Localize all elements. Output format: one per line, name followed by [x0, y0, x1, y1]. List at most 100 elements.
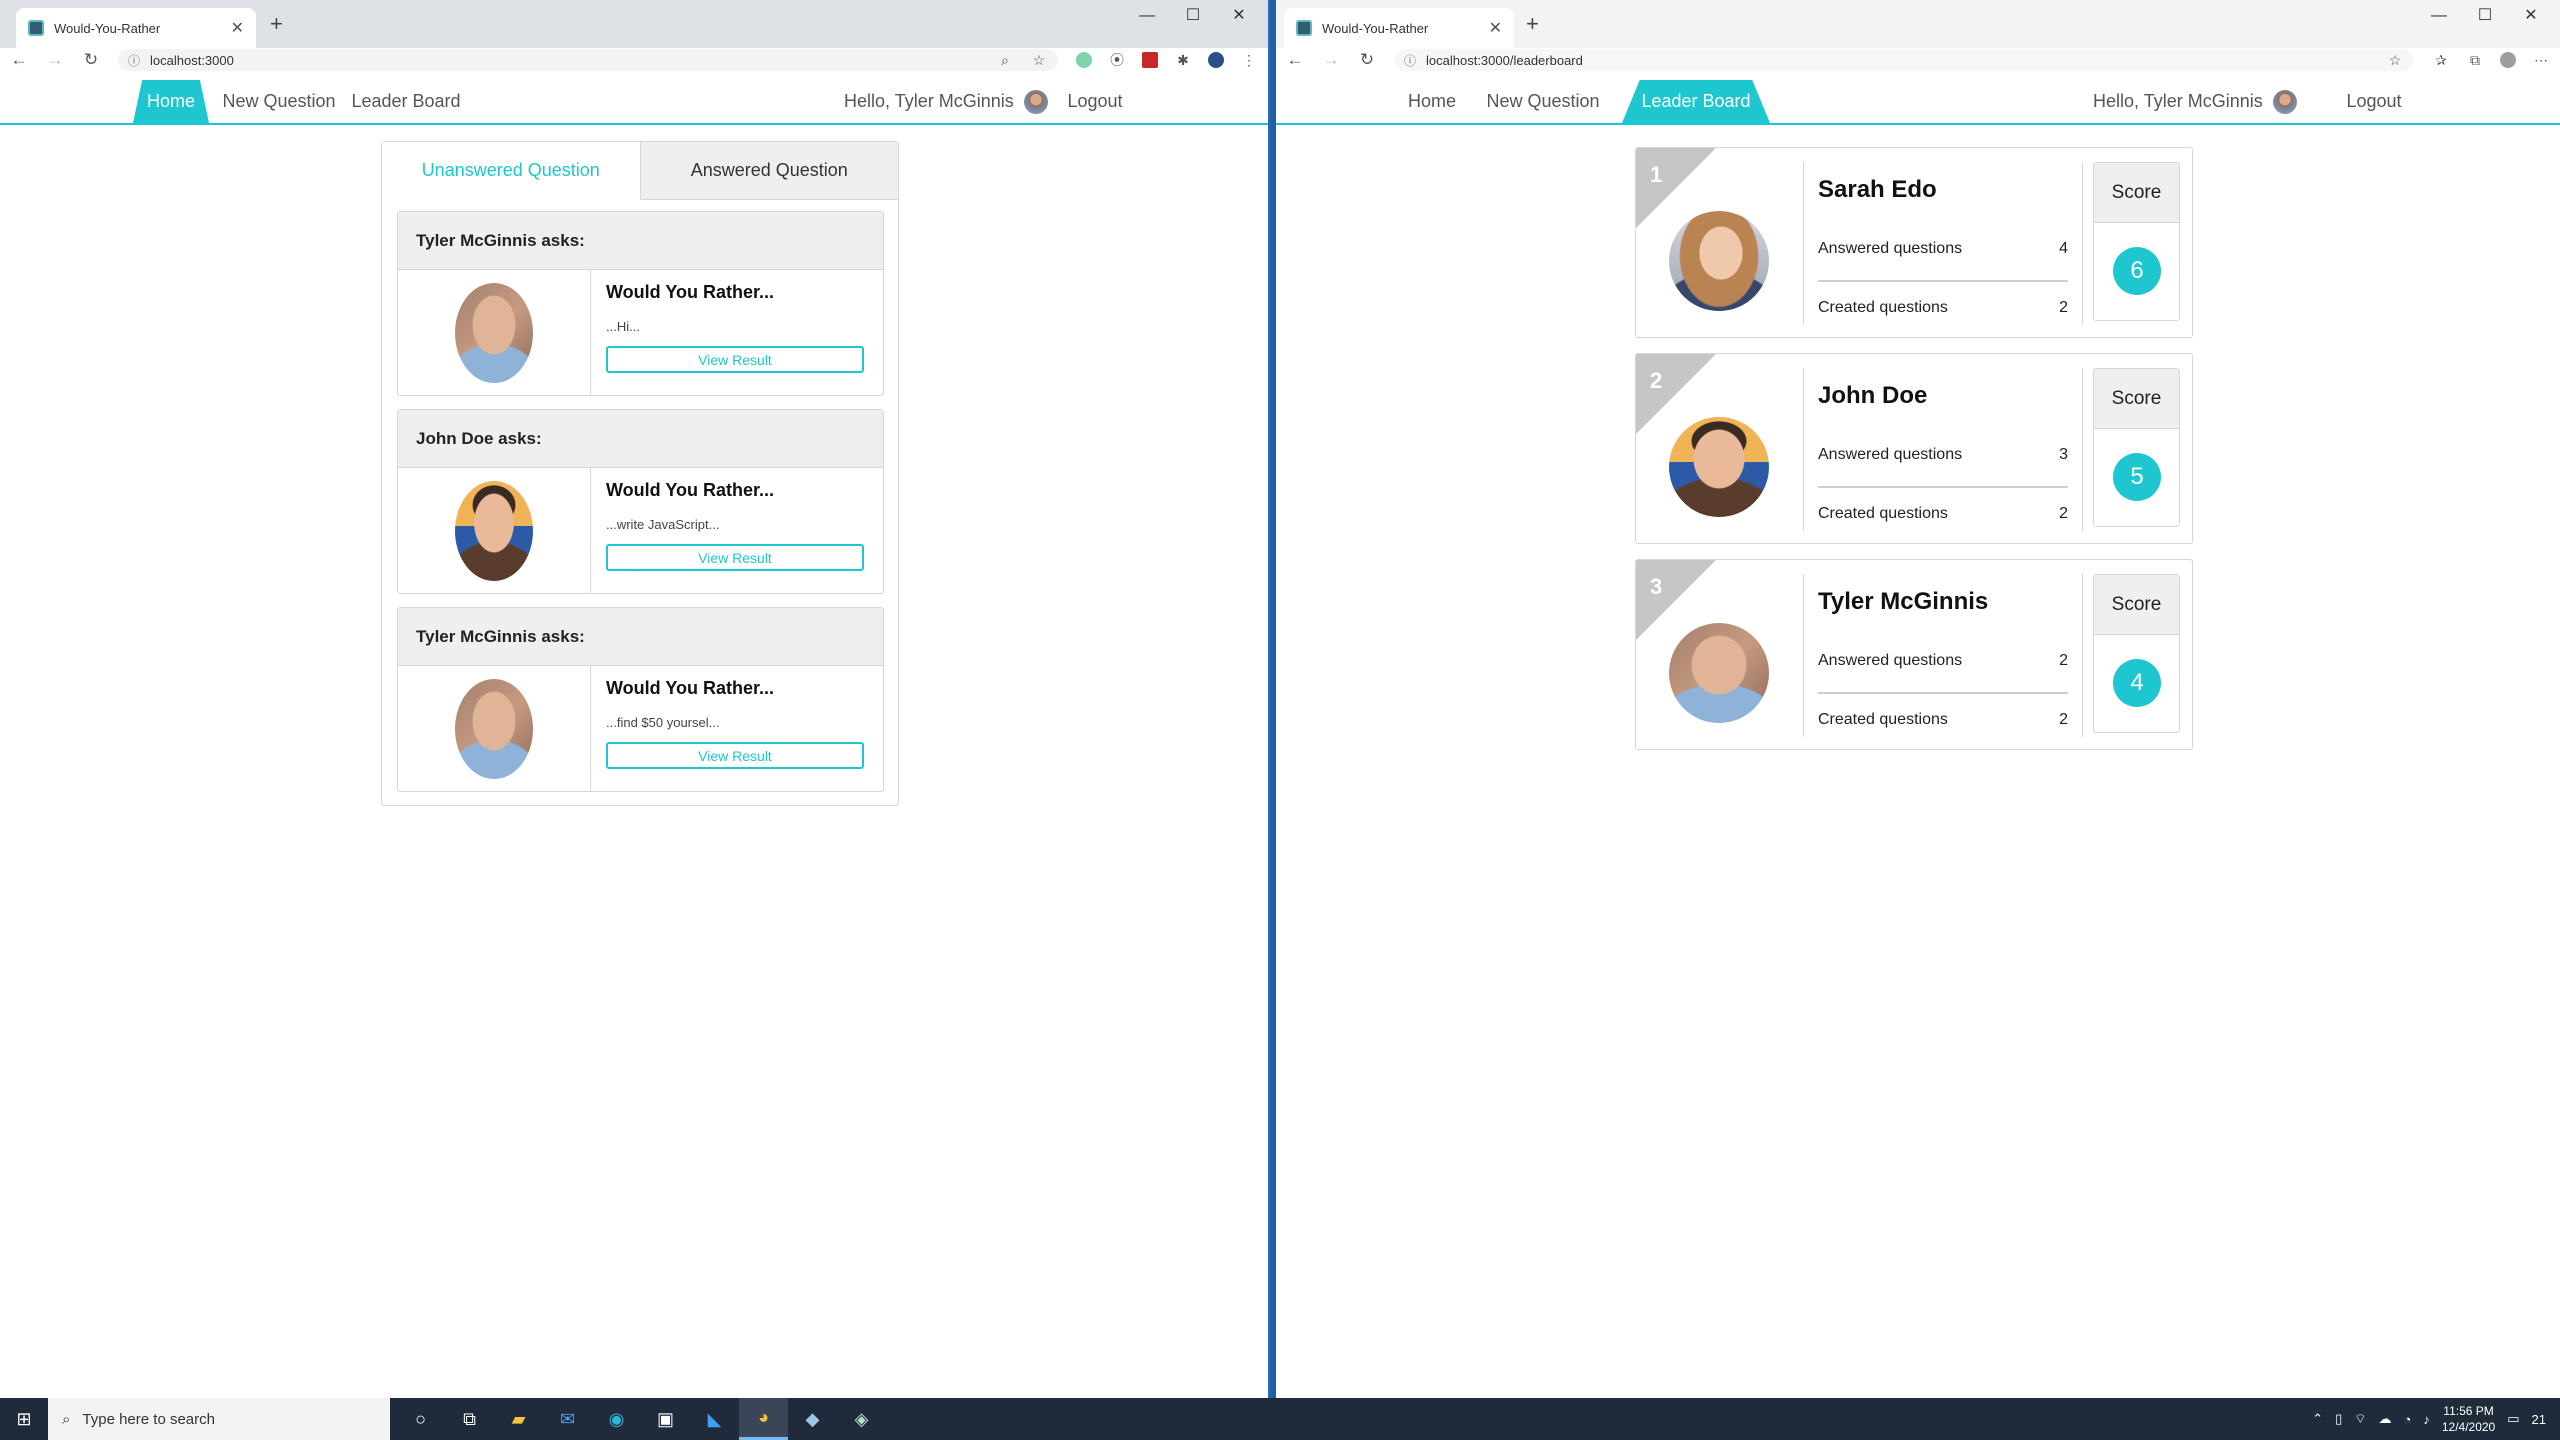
url-text[interactable]: localhost:3000/leaderboard [1426, 53, 2376, 68]
rank-number: 3 [1650, 574, 1663, 599]
notification-icon[interactable]: ▭ [2507, 1411, 2519, 1427]
minimize-icon[interactable]: — [2416, 4, 2462, 28]
avatar [455, 678, 533, 779]
nav-new-question[interactable]: New Question [221, 80, 337, 123]
bookmark-star-icon[interactable]: ☆ [2386, 52, 2404, 69]
avatar [455, 480, 533, 581]
new-tab-icon[interactable]: + [270, 12, 283, 36]
bookmark-star-icon[interactable]: ☆ [1030, 52, 1048, 69]
volume-icon[interactable]: ♪ [2423, 1412, 2430, 1427]
divider [1818, 486, 2068, 488]
tab-unanswered[interactable]: Unanswered Question [382, 142, 641, 200]
chrome-icon[interactable]: ◕ [739, 1398, 788, 1440]
nav-leader-board[interactable]: Leader Board [350, 80, 462, 123]
onedrive-icon[interactable]: ☁ [2378, 1411, 2391, 1427]
score-label: Score [2094, 369, 2179, 429]
nav-home[interactable]: Home [1398, 80, 1466, 123]
leaderboard-card: 2 John Doe Answered questions 3 Created … [1635, 353, 2193, 544]
close-window-icon[interactable]: ✕ [1216, 4, 1262, 28]
avatar [1669, 623, 1769, 723]
nav-home[interactable]: Home [133, 80, 209, 123]
forward-icon[interactable]: → [1322, 51, 1340, 69]
new-tab-icon[interactable]: + [1526, 12, 1539, 36]
search-placeholder[interactable]: Type here to search [82, 1411, 215, 1428]
extension-icon[interactable]: ⦿ [1108, 50, 1126, 70]
network-icon[interactable]: ⌔ [2354, 1411, 2366, 1427]
view-result-button[interactable]: View Result [606, 346, 864, 373]
maximize-icon[interactable]: ☐ [1170, 4, 1216, 28]
favorites-icon[interactable]: ✰ [2432, 52, 2450, 69]
browser-tab[interactable]: Would-You-Rather ✕ [1284, 8, 1514, 48]
maximize-icon[interactable]: ☐ [2462, 4, 2508, 28]
url-text[interactable]: localhost:3000 [150, 53, 986, 68]
view-result-button[interactable]: View Result [606, 544, 864, 571]
divider [1818, 692, 2068, 694]
notification-count: 21 [2531, 1411, 2546, 1427]
back-icon[interactable]: ← [10, 51, 28, 69]
battery-icon[interactable]: ▯ [2335, 1411, 2342, 1427]
tab-strip: Would-You-Rather ✕ + — ☐ ✕ [1276, 0, 2560, 48]
minimize-icon[interactable]: — [1124, 4, 1170, 28]
favicon-icon [28, 20, 44, 36]
back-icon[interactable]: ← [1286, 51, 1304, 69]
collections-icon[interactable]: ⧉ [2466, 52, 2484, 69]
reload-icon[interactable]: ↻ [1358, 51, 1376, 69]
forward-icon[interactable]: → [46, 51, 64, 69]
clock-time: 11:56 PM [2443, 1404, 2494, 1418]
app-nav: Home New Question Leader Board Hello, Ty… [1276, 80, 2560, 125]
taskbar-search[interactable]: ⌕ Type here to search [48, 1398, 390, 1440]
address-bar[interactable]: ⓘ localhost:3000/leaderboard ☆ [1394, 49, 2414, 71]
windows-start-icon[interactable]: ⊞ [0, 1398, 48, 1440]
info-icon[interactable]: ⓘ [128, 52, 140, 69]
close-window-icon[interactable]: ✕ [2508, 4, 2554, 28]
app-icon[interactable]: ◆ [788, 1398, 837, 1440]
address-bar[interactable]: ⓘ localhost:3000 ⌕ ☆ [118, 49, 1058, 71]
extension-icon[interactable] [1076, 52, 1092, 68]
chevron-up-icon[interactable]: ⌃ [2312, 1411, 2323, 1427]
question-author: Tyler McGinnis asks: [398, 608, 883, 666]
created-count: 2 [2059, 299, 2068, 316]
nav-logout[interactable]: Logout [1062, 80, 1128, 123]
taskbar-apps: ○ ⧉ ▰ ✉ ◉ ▣ ◣ ◕ ◆ ◈ [396, 1398, 886, 1440]
edge-icon[interactable]: ◉ [592, 1398, 641, 1440]
greeting-text: Hello, Tyler McGinnis [2093, 91, 2263, 111]
zoom-icon[interactable]: ⌕ [996, 52, 1014, 69]
view-result-button[interactable]: View Result [606, 742, 864, 769]
question-author: John Doe asks: [398, 410, 883, 468]
nav-logout[interactable]: Logout [2338, 80, 2410, 123]
puzzle-icon[interactable]: ✱ [1174, 52, 1192, 69]
browser-toolbar: ← → ↻ ⓘ localhost:3000 ⌕ ☆ ⦿ ✱ ⋮ [0, 48, 1268, 72]
close-tab-icon[interactable]: ✕ [1489, 18, 1502, 38]
tab-answered[interactable]: Answered Question [640, 142, 898, 200]
kebab-menu-icon[interactable]: ⋮ [1240, 52, 1258, 69]
leader-name: John Doe [1818, 382, 1928, 409]
reload-icon[interactable]: ↻ [82, 51, 100, 69]
clock[interactable]: 11:56 PM 12/4/2020 [2442, 1403, 2495, 1435]
profile-avatar-icon[interactable] [2500, 52, 2516, 68]
nav-leader-board[interactable]: Leader Board [1622, 80, 1770, 123]
file-explorer-icon[interactable]: ▰ [494, 1398, 543, 1440]
created-label: Created questions [1818, 711, 1948, 728]
cortana-icon[interactable]: ○ [396, 1398, 445, 1440]
clock-date: 12/4/2020 [2441, 1420, 2496, 1434]
info-icon[interactable]: ⓘ [1404, 52, 1416, 69]
close-tab-icon[interactable]: ✕ [231, 18, 244, 38]
question-preview: ...Hi... [606, 319, 640, 334]
question-heading: Would You Rather... [606, 678, 775, 698]
store-icon[interactable]: ▣ [641, 1398, 690, 1440]
leader-name: Tyler McGinnis [1818, 588, 1989, 615]
vscode-icon[interactable]: ◣ [690, 1398, 739, 1440]
mail-icon[interactable]: ✉ [543, 1398, 592, 1440]
greeting-text: Hello, Tyler McGinnis [844, 91, 1014, 111]
browser-toolbar: ← → ↻ ⓘ localhost:3000/leaderboard ☆ ✰ ⧉… [1276, 48, 2560, 72]
more-menu-icon[interactable]: ⋯ [2532, 52, 2550, 69]
nav-new-question[interactable]: New Question [1476, 80, 1610, 123]
score-box: Score 6 [2093, 162, 2180, 321]
avatar [455, 282, 533, 383]
task-view-icon[interactable]: ⧉ [445, 1398, 494, 1440]
extension-icon[interactable] [1142, 52, 1158, 68]
profile-avatar-icon[interactable] [1208, 52, 1224, 68]
wifi-icon[interactable]: ◔ [2403, 1412, 2411, 1427]
browser-tab[interactable]: Would-You-Rather ✕ [16, 8, 256, 48]
app-icon[interactable]: ◈ [837, 1398, 886, 1440]
